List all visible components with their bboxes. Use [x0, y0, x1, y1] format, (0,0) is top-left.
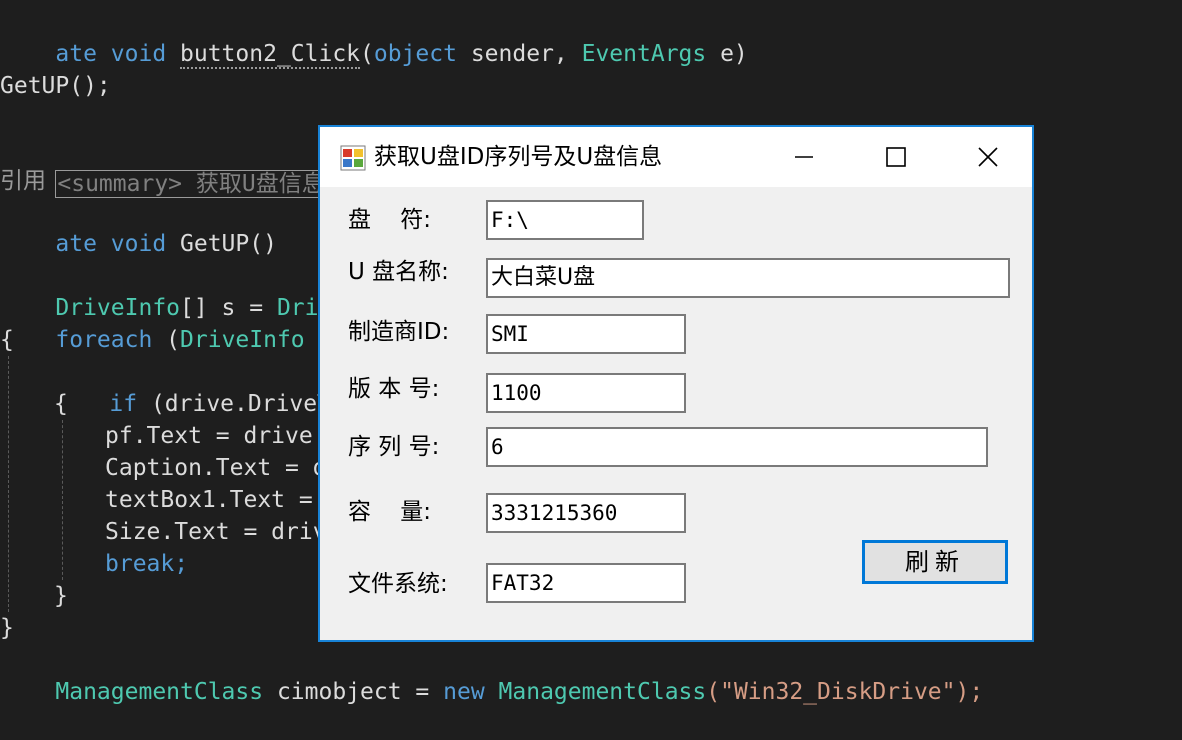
code-line-body: Caption.Text = dr [105, 455, 341, 481]
code-keyword: ate void [55, 231, 181, 257]
capacity-label: 容 量: [348, 499, 431, 525]
code-keyword: if [109, 391, 138, 417]
maximize-icon [886, 147, 906, 167]
manufacturer-id-field[interactable]: SMI [486, 314, 686, 354]
code-line-body: Size.Text = drive [105, 519, 341, 545]
code-type: EventArgs [581, 41, 707, 67]
serial-number-label: 序 列 号: [348, 434, 440, 460]
code-line-break: break; [105, 551, 189, 577]
code-line-method-signature: ate void button2_Click(object sender, Ev… [0, 6, 748, 69]
capacity-field[interactable]: 3331215360 [486, 493, 686, 533]
manufacturer-id-label: 制造商ID: [348, 319, 450, 345]
code-brace-inner-close: } [54, 583, 68, 609]
code-type: object [373, 41, 457, 67]
code-text: e) [706, 41, 748, 67]
code-text: GetUP() [180, 231, 277, 257]
code-line-body: textBox1.Text = d [105, 487, 341, 513]
code-text: cimobject = [263, 679, 444, 705]
drive-letter-field[interactable]: F:\ [486, 200, 644, 240]
window-title: 获取U盘ID序列号及U盘信息 [374, 144, 663, 170]
close-button[interactable] [942, 127, 1034, 187]
code-type: DriveInfo [180, 327, 305, 353]
code-type: ManagementClass [498, 679, 707, 705]
code-keyword: new [443, 679, 485, 705]
close-icon [978, 147, 998, 167]
version-label: 版 本 号: [348, 376, 440, 402]
version-field[interactable]: 1100 [486, 373, 686, 413]
file-system-field[interactable]: FAT32 [486, 563, 686, 603]
app-icon [340, 145, 366, 171]
summary-comment[interactable]: <summary> 获取U盘信息 [55, 170, 327, 198]
code-reference-count[interactable]: 引用 [0, 165, 46, 197]
minimize-button[interactable] [758, 127, 850, 187]
code-text: sender, [456, 41, 582, 67]
code-brace-inner-open: { [54, 391, 68, 417]
code-string: ("Win32_DiskDrive"); [706, 679, 984, 705]
code-type: ManagementClass [55, 679, 264, 705]
code-brace-close: } [0, 615, 14, 641]
drive-letter-label: 盘 符: [348, 207, 431, 233]
usb-info-dialog: 获取U盘ID序列号及U盘信息 盘 符: F:\ U 盘名称: 大白菜U盘 制造商… [318, 125, 1034, 642]
code-brace-open: { [0, 327, 14, 353]
maximize-button[interactable] [850, 127, 942, 187]
code-method-name: button2_Click [180, 41, 361, 69]
code-paren: ( [360, 41, 374, 67]
code-line-body: pf.Text = drive.N [105, 423, 341, 449]
code-line-management: ManagementClass cimobject = new Manageme… [0, 644, 983, 705]
indent-guide [62, 420, 63, 580]
code-line-summary: <summary> 获取U盘信息 [0, 136, 327, 198]
code-line-call: GetUP(); [0, 73, 111, 99]
refresh-button[interactable]: 刷新 [862, 540, 1008, 584]
code-line-getup-def: ate void GetUP() [0, 196, 277, 257]
indent-guide [8, 356, 9, 612]
code-text: ( [152, 327, 181, 353]
serial-number-field[interactable]: 6 [486, 427, 988, 467]
usb-name-label: U 盘名称: [348, 259, 449, 285]
code-keyword: ate void [55, 41, 181, 67]
usb-name-field[interactable]: 大白菜U盘 [486, 258, 1010, 298]
code-keyword: foreach [55, 327, 153, 353]
minimize-icon [795, 156, 813, 158]
title-bar[interactable]: 获取U盘ID序列号及U盘信息 [320, 127, 1032, 187]
file-system-label: 文件系统: [348, 571, 448, 597]
